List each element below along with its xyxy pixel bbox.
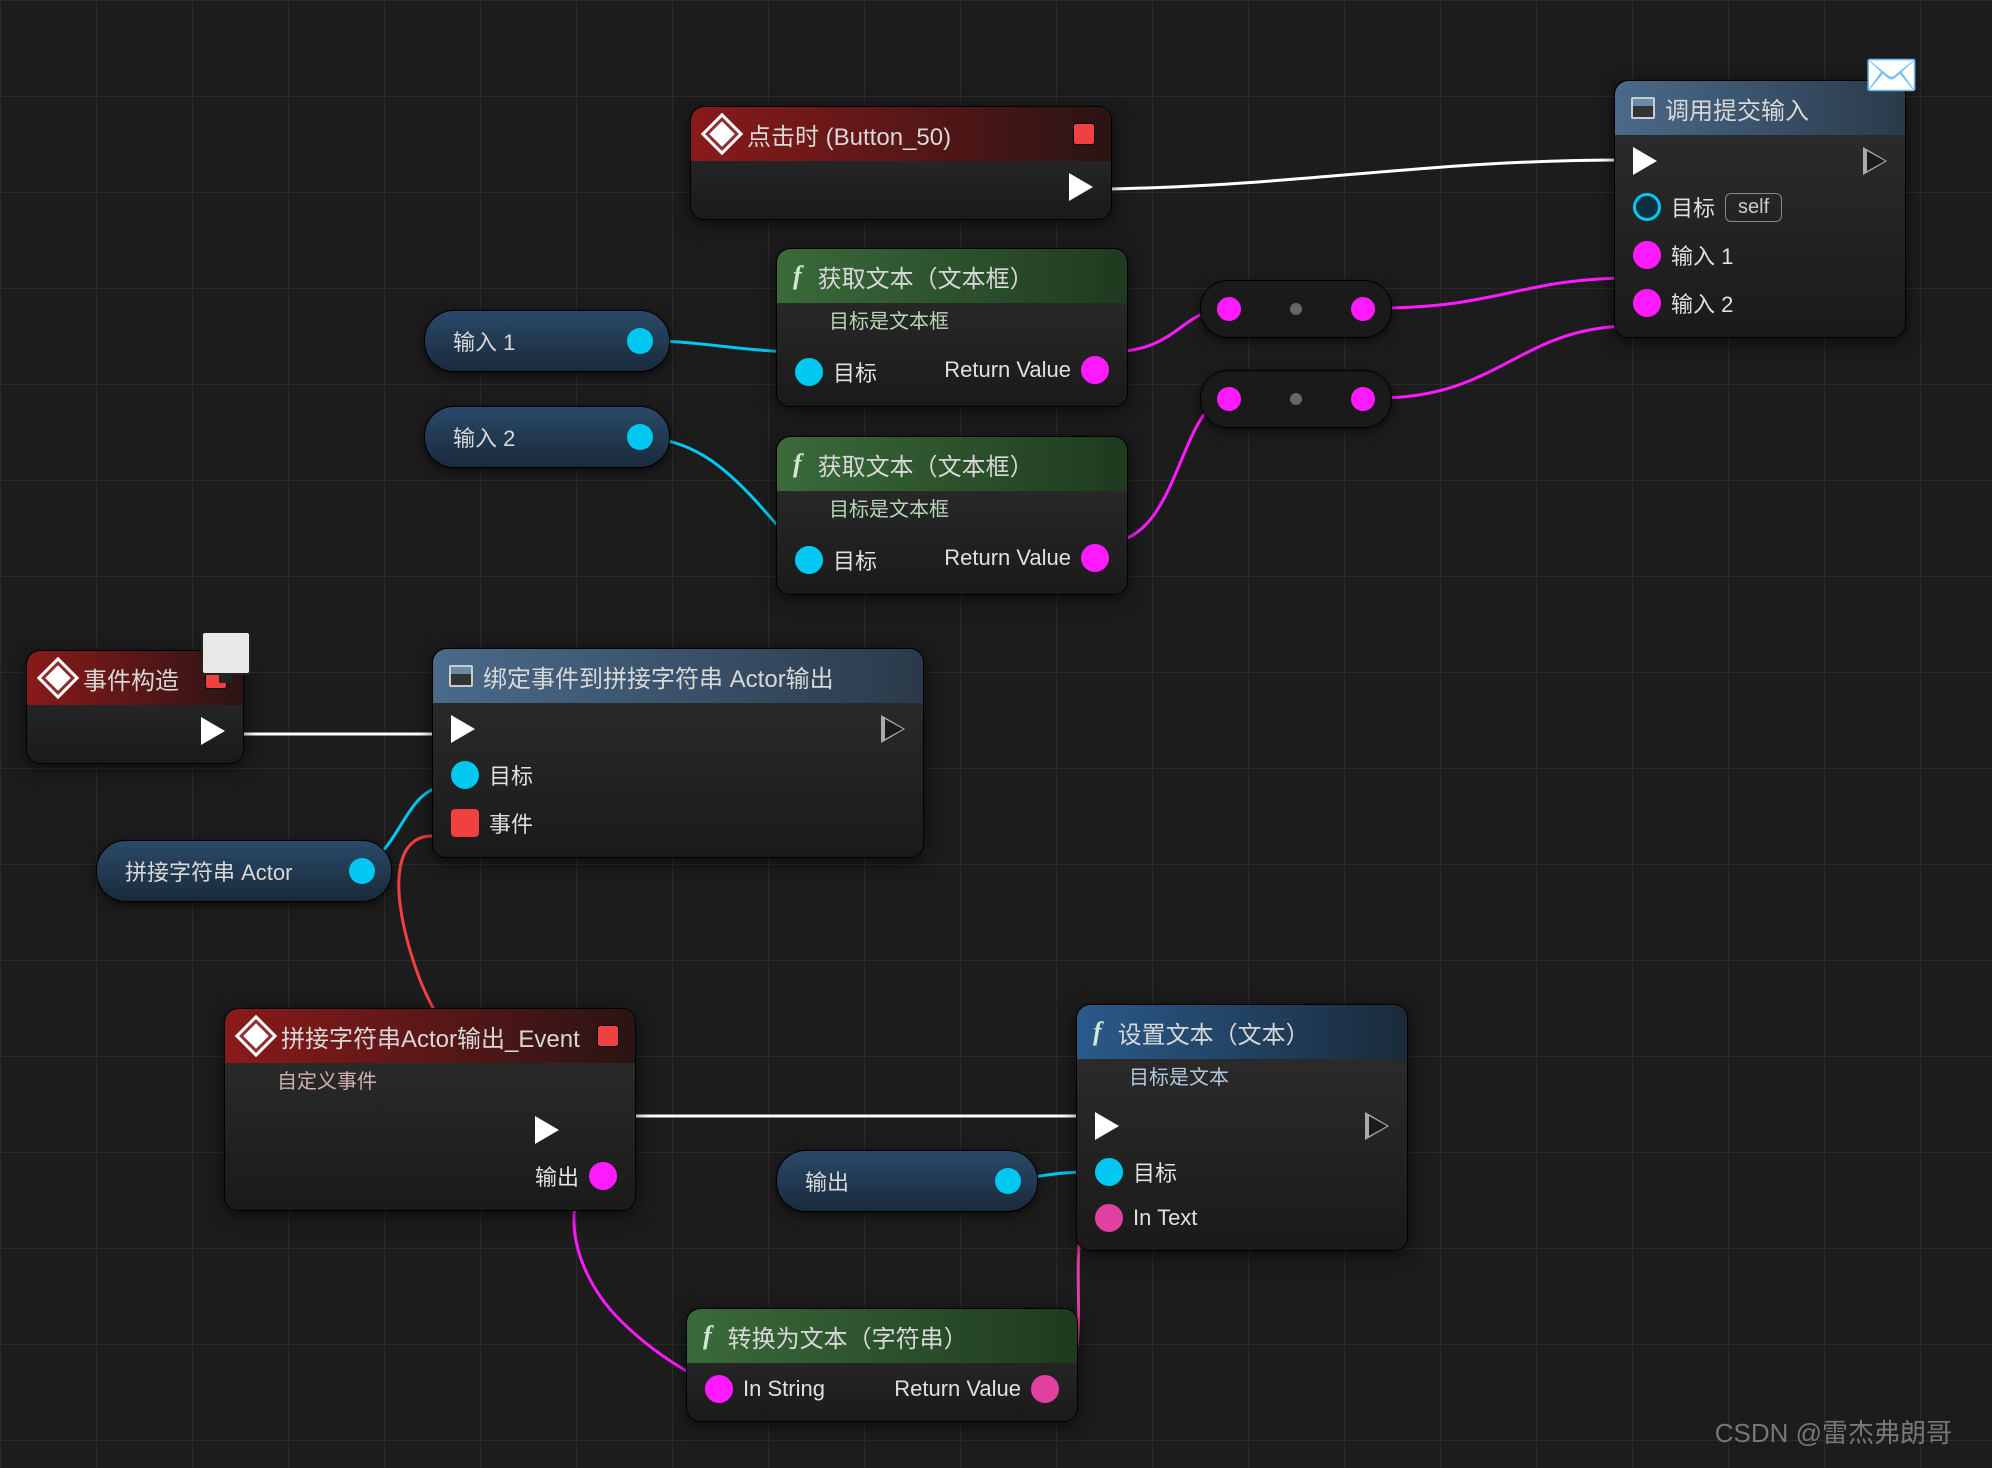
node-event-construct[interactable]: 事件构造 xyxy=(26,650,244,764)
node-custom-event[interactable]: 拼接字符串Actor输出_Event 自定义事件 输出 xyxy=(224,1008,636,1211)
window-icon xyxy=(449,665,473,687)
exec-in[interactable] xyxy=(1633,147,1782,175)
var-input-1[interactable]: 输入 1 xyxy=(424,310,670,372)
pin-delegate[interactable]: 输出 xyxy=(535,1160,617,1192)
exec-out[interactable] xyxy=(201,717,225,745)
header: f 获取文本（文本框） xyxy=(777,249,1127,303)
header: 绑定事件到拼接字符串 Actor输出 xyxy=(433,649,923,703)
node-get-text-1[interactable]: f 获取文本（文本框） 目标是文本框 目标 Return Value xyxy=(776,248,1128,407)
toggle[interactable] xyxy=(597,1025,619,1047)
pin-target[interactable]: 目标self xyxy=(1633,191,1782,223)
label: 输入 1 xyxy=(453,325,515,357)
label: 拼接字符串 Actor xyxy=(125,855,292,887)
pin-target[interactable]: 目标 xyxy=(451,759,533,791)
monitor-icon xyxy=(201,631,251,675)
title: 拼接字符串Actor输出_Event xyxy=(281,1019,580,1054)
var-concat-actor[interactable]: 拼接字符串 Actor xyxy=(96,840,392,902)
function-icon: f xyxy=(793,449,802,479)
header: 调用提交输入 xyxy=(1615,81,1905,135)
function-icon: f xyxy=(1093,1017,1102,1047)
function-icon: f xyxy=(703,1321,712,1351)
node-click-event[interactable]: 点击时 (Button_50) xyxy=(690,106,1112,220)
node-bind-event[interactable]: 绑定事件到拼接字符串 Actor输出 目标 事件 xyxy=(432,648,924,858)
watermark: CSDN @雷杰弗朗哥 xyxy=(1715,1413,1952,1450)
header: f 设置文本（文本） xyxy=(1077,1005,1407,1059)
header: 拼接字符串Actor输出_Event xyxy=(225,1009,635,1063)
pin-target[interactable]: 目标 xyxy=(795,356,877,388)
node-to-text[interactable]: f 转换为文本（字符串） In String Return Value xyxy=(686,1308,1078,1422)
title: 获取文本（文本框） xyxy=(818,259,1034,294)
pin-return[interactable]: Return Value xyxy=(894,1375,1059,1403)
reroute-2[interactable] xyxy=(1200,370,1392,428)
exec-out[interactable] xyxy=(1863,147,1887,175)
title: 调用提交输入 xyxy=(1665,91,1809,126)
pin-out[interactable] xyxy=(627,424,653,450)
header: f 获取文本（文本框） xyxy=(777,437,1127,491)
pin-in2[interactable]: 输入 2 xyxy=(1633,287,1782,319)
subtitle: 目标是文本 xyxy=(1077,1059,1407,1100)
node-call-submit[interactable]: ✉️ 调用提交输入 目标self 输入 1 输入 2 xyxy=(1614,80,1906,338)
event-icon xyxy=(235,1015,277,1057)
header: f 转换为文本（字符串） xyxy=(687,1309,1077,1363)
exec-out[interactable] xyxy=(881,715,905,743)
exec-out[interactable] xyxy=(535,1116,617,1144)
title: 获取文本（文本框） xyxy=(818,447,1034,482)
title: 设置文本（文本） xyxy=(1118,1015,1310,1050)
reroute-1[interactable] xyxy=(1200,280,1392,338)
node-set-text[interactable]: f 设置文本（文本） 目标是文本 目标 In Text xyxy=(1076,1004,1408,1251)
title: 点击时 (Button_50) xyxy=(747,117,951,152)
pin-return[interactable]: Return Value xyxy=(944,356,1109,384)
exec-in[interactable] xyxy=(451,715,533,743)
pin-return[interactable]: Return Value xyxy=(944,544,1109,572)
label: 输入 2 xyxy=(453,421,515,453)
title: 转换为文本（字符串） xyxy=(728,1319,968,1354)
var-input-2[interactable]: 输入 2 xyxy=(424,406,670,468)
label: 输出 xyxy=(805,1165,849,1197)
title: 绑定事件到拼接字符串 Actor输出 xyxy=(483,659,834,694)
exec-out[interactable] xyxy=(1069,173,1093,201)
subtitle: 目标是文本框 xyxy=(777,491,1127,532)
window-icon xyxy=(1631,97,1655,119)
pin-out[interactable] xyxy=(349,858,375,884)
pin-in1[interactable]: 输入 1 xyxy=(1633,239,1782,271)
header: 点击时 (Button_50) xyxy=(691,107,1111,161)
pin-out[interactable] xyxy=(627,328,653,354)
exec-out[interactable] xyxy=(1365,1112,1389,1140)
event-icon xyxy=(37,657,79,699)
event-icon xyxy=(701,113,743,155)
toggle[interactable] xyxy=(1073,123,1095,145)
node-get-text-2[interactable]: f 获取文本（文本框） 目标是文本框 目标 Return Value xyxy=(776,436,1128,595)
var-output[interactable]: 输出 xyxy=(776,1150,1038,1212)
function-icon: f xyxy=(793,261,802,291)
pin-in[interactable]: In String xyxy=(705,1375,825,1403)
subtitle: 目标是文本框 xyxy=(777,303,1127,344)
pin-target[interactable]: 目标 xyxy=(1095,1156,1197,1188)
envelope-icon: ✉️ xyxy=(1864,49,1919,101)
subtitle: 自定义事件 xyxy=(225,1063,635,1104)
title: 事件构造 xyxy=(83,661,179,696)
pin-target[interactable]: 目标 xyxy=(795,544,877,576)
exec-in[interactable] xyxy=(1095,1112,1197,1140)
pin-out[interactable] xyxy=(995,1168,1021,1194)
pin-event[interactable]: 事件 xyxy=(451,807,533,839)
pin-intext[interactable]: In Text xyxy=(1095,1204,1197,1232)
